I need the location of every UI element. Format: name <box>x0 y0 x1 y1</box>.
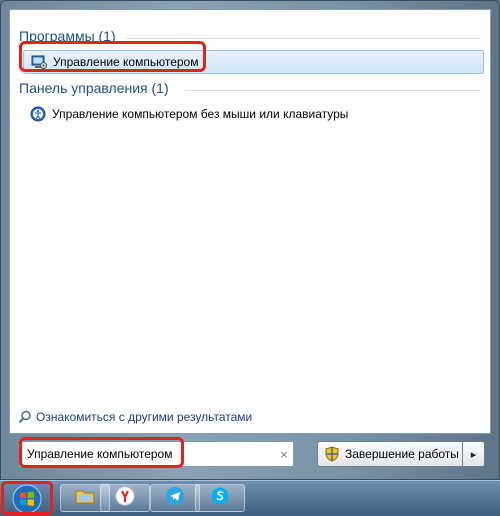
start-menu: Программы (1) Управление компьютером Пан… <box>0 0 500 480</box>
taskbar-telegram[interactable] <box>150 484 200 512</box>
shutdown-label: Завершение работы <box>345 447 459 461</box>
search-input[interactable]: Управление компьютером × <box>19 441 294 467</box>
result-label: Управление компьютером <box>53 55 199 69</box>
search-input-value: Управление компьютером <box>27 447 173 461</box>
control-panel-header: Панель управления (1) <box>19 80 169 96</box>
chevron-right-icon: ▸ <box>470 448 477 461</box>
search-icon <box>18 410 32 424</box>
telegram-icon <box>165 486 185 511</box>
result-label: Управление компьютером без мыши или клав… <box>52 107 349 121</box>
see-more-results-label: Ознакомиться с другими результатами <box>36 410 253 424</box>
section-divider <box>185 90 480 91</box>
programs-header: Программы (1) <box>19 28 116 44</box>
shutdown-button[interactable]: Завершение работы <box>317 441 463 467</box>
result-ease-of-access[interactable]: Управление компьютером без мыши или клав… <box>30 104 348 124</box>
shield-icon <box>324 446 340 462</box>
section-divider <box>125 38 480 39</box>
search-results-panel: Программы (1) Управление компьютером Пан… <box>9 9 491 434</box>
ease-of-access-icon <box>30 106 46 122</box>
see-more-results-link[interactable]: Ознакомиться с другими результатами <box>18 410 252 424</box>
taskbar-skype[interactable] <box>195 484 245 512</box>
shutdown-options-button[interactable]: ▸ <box>463 441 485 467</box>
windows-start-orb-icon[interactable] <box>5 483 49 515</box>
clear-search-icon[interactable]: × <box>275 447 293 462</box>
shutdown-group: Завершение работы ▸ <box>317 441 485 467</box>
computer-management-icon <box>31 54 47 70</box>
taskbar-yandex-browser[interactable] <box>100 484 150 512</box>
file-explorer-icon <box>75 487 95 510</box>
taskbar <box>0 480 500 516</box>
result-computer-management[interactable]: Управление компьютером <box>23 50 484 74</box>
skype-icon <box>210 486 230 511</box>
yandex-browser-icon <box>115 486 135 511</box>
